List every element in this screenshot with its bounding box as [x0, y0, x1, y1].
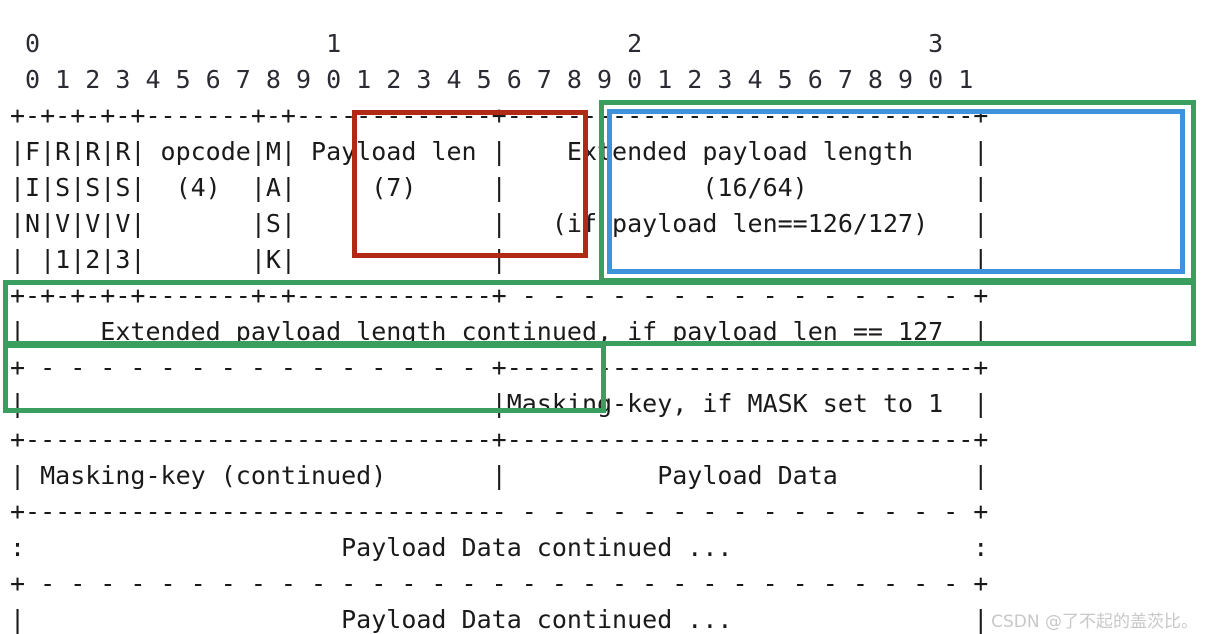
- diagram-line-3: |N|V|V|V| |S| | (if payload len==126/127…: [10, 209, 989, 238]
- diagram-line-5: +-+-+-+-+-------+-+-------------+ - - - …: [10, 281, 989, 310]
- diagram-line-10: | Masking-key (continued) | Payload Data…: [10, 461, 989, 490]
- diagram-line-13: + - - - - - - - - - - - - - - - - - - - …: [10, 569, 989, 598]
- diagram-line-8: | |Masking-key, if MASK set to 1 |: [10, 389, 989, 418]
- diagram-line-11: +-------------------------------- - - - …: [10, 497, 989, 526]
- diagram-line-0: +-+-+-+-+-------+-+-------------+-------…: [10, 101, 989, 130]
- diagram-line-6: | Extended payload length continued, if …: [10, 317, 989, 346]
- diagram-line-1: |F|R|R|R| opcode|M| Payload len | Extend…: [10, 137, 989, 166]
- frame-ascii-art: 0 1 2 3 0 1 2 3 4 5 6 7 8 9 0 1 2 3 4 5 …: [10, 26, 988, 634]
- diagram-line-9: +-------------------------------+-------…: [10, 425, 989, 454]
- diagram-line-7: + - - - - - - - - - - - - - - - +-------…: [10, 353, 989, 382]
- diagram-line-14: | Payload Data continued ... |: [10, 605, 989, 634]
- ascii-diagram-canvas: 0 1 2 3 0 1 2 3 4 5 6 7 8 9 0 1 2 3 4 5 …: [0, 0, 1206, 634]
- diagram-line-12: : Payload Data continued ... :: [10, 533, 989, 562]
- diagram-line-2: |I|S|S|S| (4) |A| (7) | (16/64) |: [10, 173, 989, 202]
- diagram-line-4: | |1|2|3| |K| | |: [10, 245, 989, 274]
- bit-ruler-units: 0 1 2 3 4 5 6 7 8 9 0 1 2 3 4 5 6 7 8 9 …: [10, 65, 974, 94]
- csdn-watermark: CSDN @了不起的盖茨比。: [991, 612, 1198, 632]
- bit-ruler-tens: 0 1 2 3: [10, 29, 944, 58]
